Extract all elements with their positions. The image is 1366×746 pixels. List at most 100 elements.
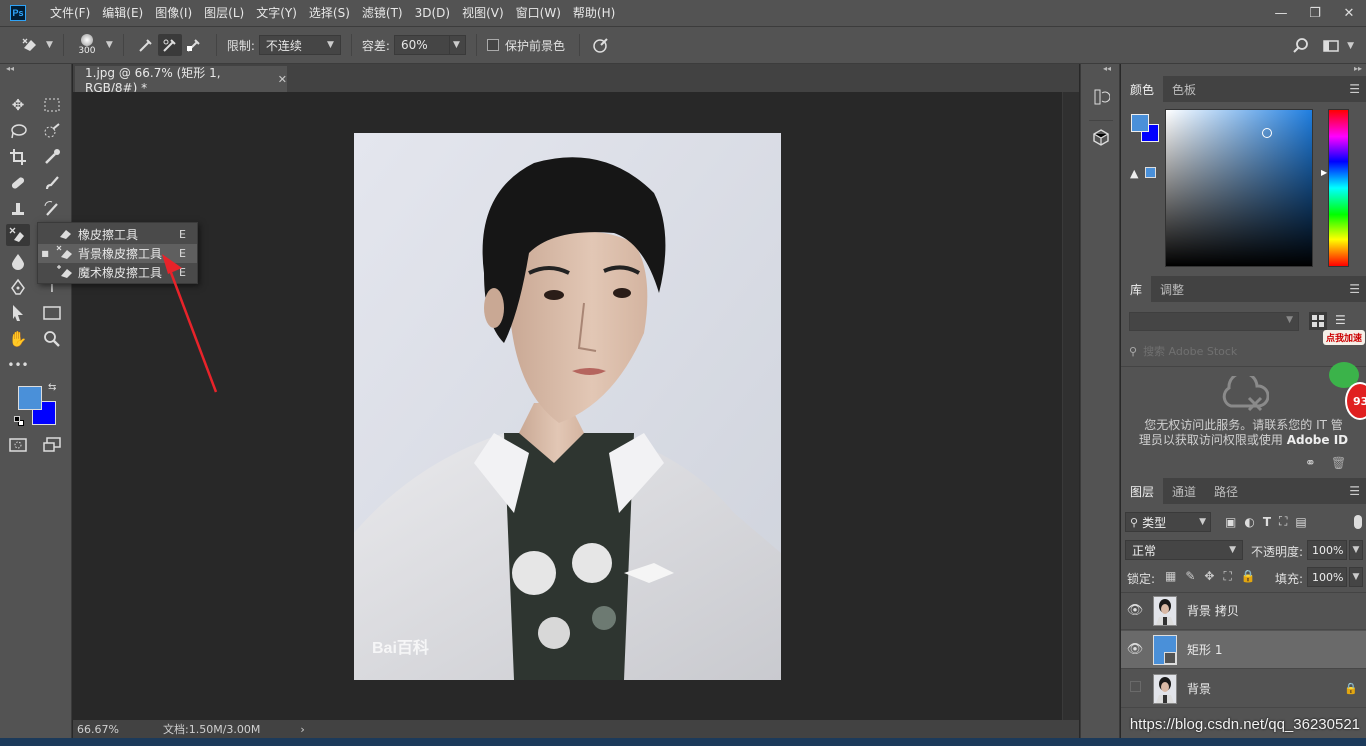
trash-icon[interactable]: 🗑	[1331, 456, 1346, 470]
lock-pixels-icon[interactable]: ✎	[1185, 569, 1195, 584]
pen-tool-icon[interactable]	[6, 276, 30, 298]
list-view-icon[interactable]: ☰	[1335, 313, 1346, 327]
background-eraser-tool-icon[interactable]	[6, 224, 30, 246]
rectangle-tool-icon[interactable]	[40, 302, 64, 324]
zoom-level[interactable]: 66.67%	[77, 723, 147, 736]
hand-tool-icon[interactable]: ✋	[6, 328, 30, 350]
minimize-button[interactable]: —	[1264, 0, 1298, 26]
hue-slider[interactable]	[1328, 109, 1349, 267]
menu-file[interactable]: 文件(F)	[44, 0, 96, 26]
fill-input[interactable]: 100%	[1307, 567, 1347, 587]
panel-menu-icon[interactable]: ☰	[1349, 282, 1360, 296]
shape-layer-filter-icon[interactable]: ⛶	[1279, 514, 1287, 529]
document-image[interactable]: Bai百科	[354, 133, 781, 680]
protect-fg-checkbox[interactable]	[486, 39, 499, 51]
marquee-tool-icon[interactable]	[40, 94, 64, 116]
brush-size-picker[interactable]: 300	[74, 34, 100, 56]
menu-view[interactable]: 视图(V)	[456, 0, 510, 26]
lock-transparent-icon[interactable]: ▦	[1165, 569, 1176, 584]
web-safe-swatch[interactable]	[1145, 167, 1156, 178]
layer-row[interactable]: 👁 背景 拷贝	[1121, 592, 1366, 630]
search-icon[interactable]	[1292, 35, 1310, 57]
restore-button[interactable]: ❐	[1298, 0, 1332, 26]
layer-filter-dropdown[interactable]: ⚲ 类型 ▼	[1125, 512, 1211, 532]
layer-row[interactable]: 背景 🔒	[1121, 670, 1366, 708]
close-button[interactable]: ✕	[1332, 0, 1366, 26]
sampling-once-icon[interactable]	[157, 34, 182, 56]
tab-paths[interactable]: 路径	[1205, 478, 1247, 504]
healing-brush-tool-icon[interactable]	[6, 172, 30, 194]
limit-dropdown[interactable]: 不连续 ▼	[258, 35, 341, 55]
visibility-toggle-empty[interactable]	[1121, 681, 1149, 696]
chevron-down-icon[interactable]: ▼	[1347, 41, 1354, 51]
tolerance-input[interactable]: 60%	[393, 35, 450, 55]
fill-dropdown[interactable]: ▼	[1349, 567, 1363, 587]
tab-libraries[interactable]: 库	[1121, 276, 1152, 302]
tolerance-dropdown[interactable]: ▼	[449, 35, 466, 55]
history-panel-icon[interactable]	[1091, 86, 1111, 108]
filter-toggle-icon[interactable]	[1354, 515, 1362, 529]
crop-tool-icon[interactable]	[6, 146, 30, 168]
chevron-right-icon[interactable]: ›	[300, 723, 304, 736]
menu-help[interactable]: 帮助(H)	[567, 0, 621, 26]
menu-type[interactable]: 文字(Y)	[250, 0, 303, 26]
tab-adjustments[interactable]: 调整	[1151, 276, 1193, 302]
opacity-dropdown[interactable]: ▼	[1349, 540, 1363, 560]
foreground-color-swatch[interactable]	[18, 386, 42, 410]
library-select[interactable]: ▼	[1129, 312, 1299, 331]
smart-object-filter-icon[interactable]: ▤	[1295, 515, 1306, 529]
creative-cloud-icon[interactable]: ⚭	[1305, 456, 1316, 471]
workspace-icon[interactable]	[1322, 35, 1340, 57]
pressure-size-icon[interactable]	[590, 34, 612, 56]
default-colors-icon[interactable]	[14, 416, 24, 426]
visibility-eye-icon[interactable]: 👁	[1121, 603, 1149, 618]
layer-name[interactable]: 背景	[1187, 680, 1336, 697]
visibility-eye-icon[interactable]: 👁	[1121, 642, 1149, 657]
blend-mode-dropdown[interactable]: 正常 ▼	[1125, 540, 1243, 560]
close-tab-icon[interactable]: ✕	[278, 73, 287, 86]
panel-menu-icon[interactable]: ☰	[1349, 484, 1360, 498]
lock-position-icon[interactable]: ✥	[1204, 569, 1214, 584]
swap-colors-icon[interactable]: ⇆	[48, 382, 56, 393]
sampling-background-icon[interactable]	[182, 34, 206, 56]
layer-lock-icon[interactable]: 🔒	[1336, 682, 1366, 695]
speedup-badge[interactable]: 点我加速	[1323, 330, 1366, 345]
menu-3d[interactable]: 3D(D)	[409, 0, 456, 26]
menu-edit[interactable]: 编辑(E)	[96, 0, 149, 26]
clone-stamp-tool-icon[interactable]	[6, 198, 30, 220]
menu-filter[interactable]: 滤镜(T)	[356, 0, 409, 26]
history-brush-tool-icon[interactable]	[40, 198, 64, 220]
color-field[interactable]	[1165, 109, 1313, 267]
canvas-area[interactable]: Bai百科	[73, 92, 1062, 720]
color-fg-swatch[interactable]	[1131, 114, 1149, 132]
type-layer-filter-icon[interactable]: T	[1263, 515, 1271, 529]
grid-view-icon[interactable]	[1309, 312, 1327, 330]
stock-search-field[interactable]: ⚲ 搜索 Adobe Stock	[1129, 343, 1357, 359]
brush-tool-icon[interactable]	[40, 172, 64, 194]
3d-panel-icon[interactable]	[1091, 126, 1111, 148]
opacity-input[interactable]: 100%	[1307, 540, 1347, 560]
pixel-layer-filter-icon[interactable]: ▣	[1225, 515, 1236, 529]
speedup-counter[interactable]: 93	[1345, 382, 1366, 420]
chevron-down-icon[interactable]: ▼	[106, 40, 113, 50]
out-of-gamut-warning-icon[interactable]: ▲	[1130, 167, 1138, 180]
menu-image[interactable]: 图像(I)	[149, 0, 198, 26]
eyedropper-tool-icon[interactable]	[40, 146, 64, 168]
menu-select[interactable]: 选择(S)	[303, 0, 356, 26]
tab-layers[interactable]: 图层	[1121, 478, 1164, 504]
tab-swatches[interactable]: 色板	[1163, 76, 1205, 102]
tab-color[interactable]: 颜色	[1121, 76, 1164, 102]
quick-mask-icon[interactable]	[6, 434, 30, 456]
collapse-icon[interactable]: ▸▸	[1354, 64, 1362, 73]
panel-menu-icon[interactable]: ☰	[1349, 82, 1360, 96]
screen-mode-icon[interactable]	[40, 434, 64, 456]
adjustment-layer-filter-icon[interactable]: ◐	[1244, 515, 1254, 529]
path-select-tool-icon[interactable]	[6, 302, 30, 324]
zoom-tool-icon[interactable]	[40, 328, 64, 350]
menu-layer[interactable]: 图层(L)	[198, 0, 250, 26]
color-picker-cursor[interactable]	[1262, 128, 1272, 138]
menu-window[interactable]: 窗口(W)	[510, 0, 567, 26]
chevron-down-icon[interactable]: ▼	[46, 40, 53, 50]
hue-slider-handle[interactable]: ▶	[1321, 168, 1327, 177]
tab-channels[interactable]: 通道	[1163, 478, 1205, 504]
